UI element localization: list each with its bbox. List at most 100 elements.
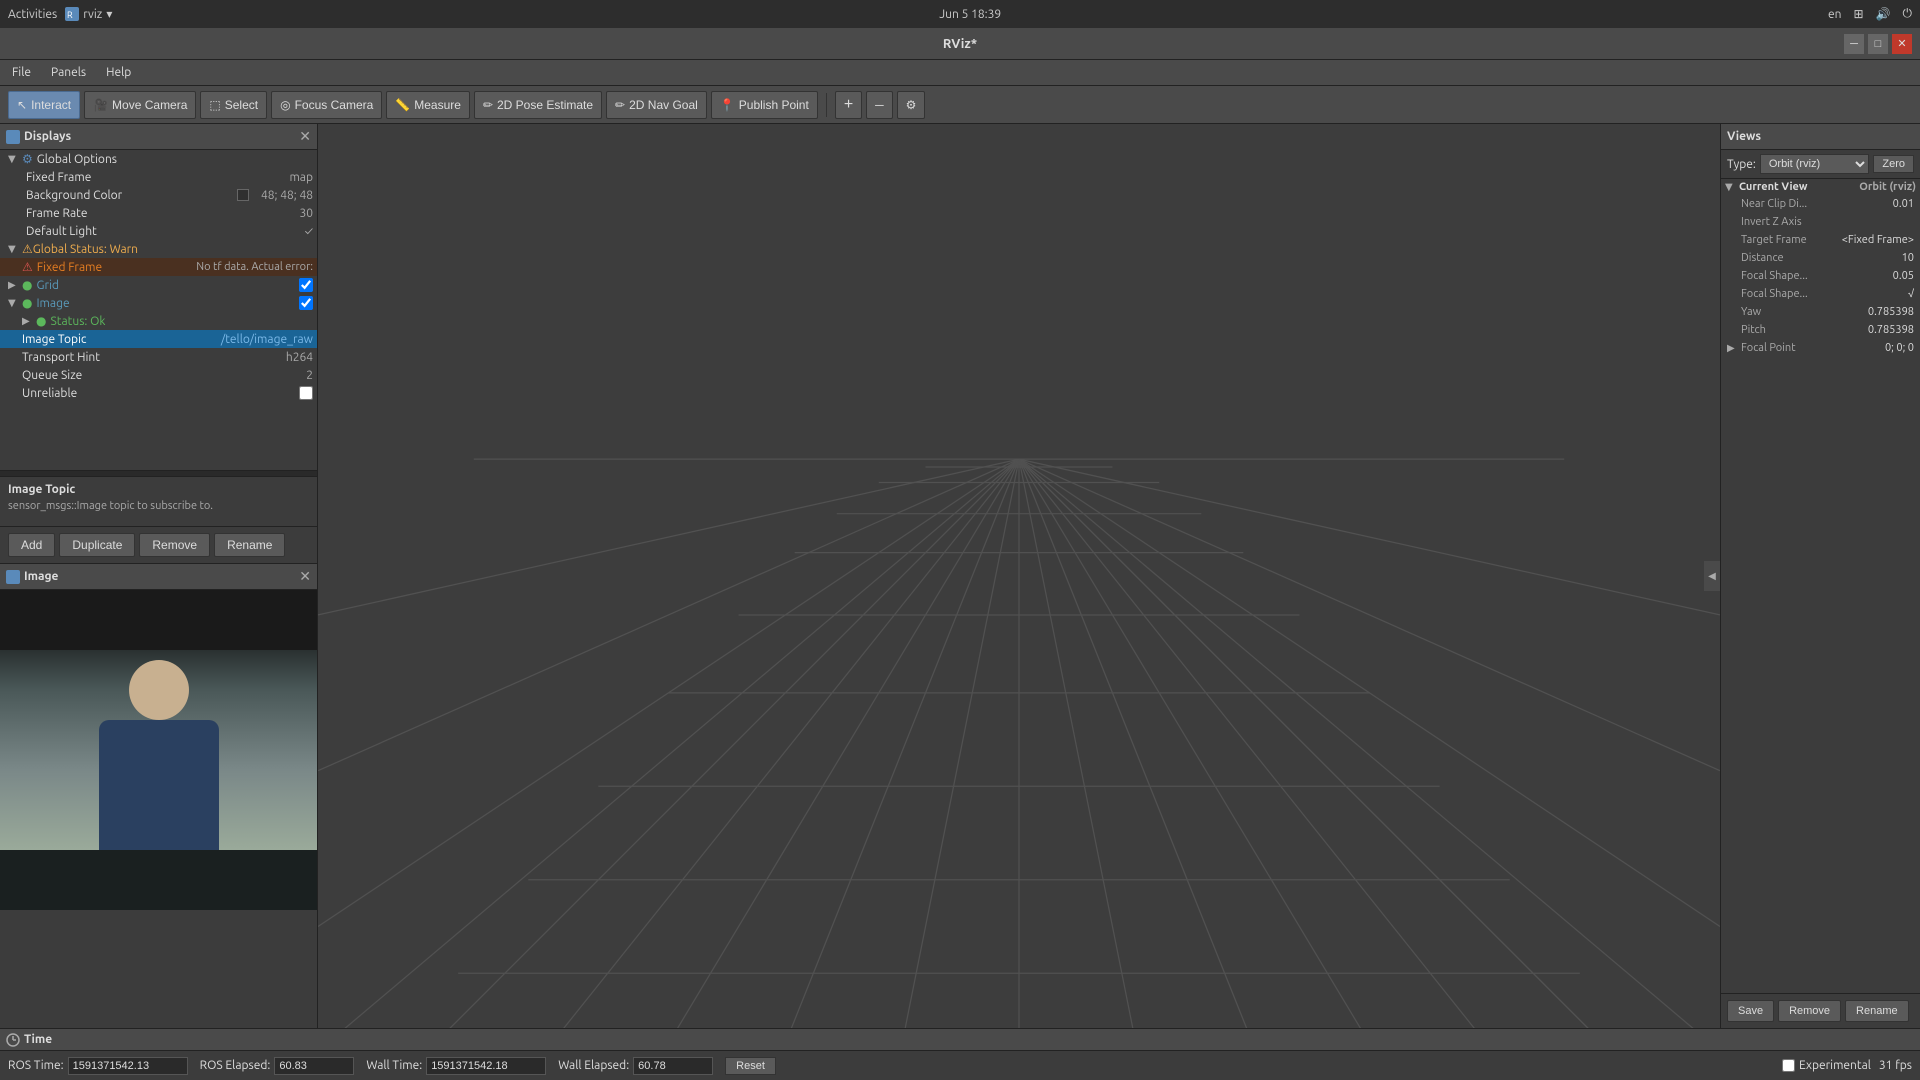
network-icon: ⊞ [1853,7,1863,21]
displays-icon [6,130,20,144]
fixed-frame-warn-item[interactable]: ⚠ Fixed Frame No tf data. Actual error: [0,258,317,276]
locale-indicator[interactable]: en [1828,8,1841,21]
viewport-collapse-handle[interactable]: ◀ [1704,561,1720,591]
rename-button[interactable]: Rename [214,533,285,557]
pitch-item: Pitch 0.785398 [1721,321,1920,339]
views-save-button[interactable]: Save [1727,1000,1774,1022]
unreliable-checkbox[interactable] [299,386,313,400]
default-light-item[interactable]: Default Light ✓ [0,222,317,240]
menu-help[interactable]: Help [98,64,139,81]
status-ok-arrow: ▶ [22,315,36,327]
grid-checkbox[interactable] [299,278,313,292]
image-panel-title: Image [6,570,58,584]
image-bottom-area [0,850,317,910]
fixed-frame-item[interactable]: Fixed Frame map [0,168,317,186]
focus-camera-button[interactable]: ◎ Focus Camera [271,91,382,119]
fixed-frame-error-icon: ⚠ [22,260,33,274]
status-ok-item: ▶ ● Status: Ok [0,312,317,330]
remove-button[interactable]: Remove [139,533,210,557]
add-button[interactable]: Add [8,533,55,557]
app-indicator: R rviz ▾ [65,7,112,21]
current-view-section[interactable]: ▼ Current View Orbit (rviz) [1721,179,1920,195]
unreliable-item[interactable]: Unreliable [0,384,317,402]
background-color-swatch [237,189,249,201]
fps-label: 31 fps [1879,1059,1912,1072]
maximize-button[interactable]: □ [1868,34,1888,54]
time-panel-header: Time [0,1029,1920,1051]
wall-elapsed-input[interactable] [633,1057,713,1075]
activities-label[interactable]: Activities [8,8,57,21]
close-button[interactable]: ✕ [1892,34,1912,54]
image-arrow: ▼ [8,297,22,309]
background-color-item[interactable]: Background Color 48; 48; 48 [0,186,317,204]
move-camera-icon: 🎥 [93,98,108,112]
displays-panel-title: Displays [6,130,71,144]
measure-button[interactable]: 📏 Measure [386,91,470,119]
select-icon: ⬚ [209,98,220,112]
distance-item: Distance 10 [1721,249,1920,267]
wall-time-input[interactable] [426,1057,546,1075]
rviz-icon: R [65,7,79,21]
views-type-label: Type: [1727,158,1756,171]
invert-z-item: Invert Z Axis [1721,213,1920,231]
views-buttons-row: Save Remove Rename [1721,993,1920,1028]
views-type-row: Type: Orbit (rviz) Zero [1721,150,1920,179]
time-row: ROS Time: ROS Elapsed: Wall Time: Wall E… [0,1051,1920,1080]
experimental-checkbox[interactable] [1782,1059,1795,1072]
title-bar-controls[interactable]: ─ □ ✕ [1844,34,1912,54]
menu-file[interactable]: File [4,64,39,81]
global-status-item[interactable]: ▼ ⚠ Global Status: Warn [0,240,317,258]
toolbar-minus-button[interactable]: ─ [866,91,893,119]
image-topic-item[interactable]: Image Topic /tello/image_raw [0,330,317,348]
ros-time-input[interactable] [68,1057,188,1075]
views-zero-button[interactable]: Zero [1873,155,1914,173]
tooltip-desc: sensor_msgs::Image topic to subscribe to… [8,500,309,512]
move-camera-button[interactable]: 🎥 Move Camera [84,91,196,119]
measure-icon: 📏 [395,98,410,112]
yaw-item: Yaw 0.785398 [1721,303,1920,321]
time-reset-button[interactable]: Reset [725,1057,776,1075]
ros-time-field: ROS Time: [8,1057,188,1075]
image-panel-icon [6,570,20,584]
menu-panels[interactable]: Panels [43,64,94,81]
displays-panel-header: Displays ✕ [0,124,317,150]
minimize-button[interactable]: ─ [1844,34,1864,54]
pose-estimate-button[interactable]: ✏ 2D Pose Estimate [474,91,602,119]
displays-tree-view[interactable]: ▼ ⚙ Global Options Fixed Frame map Backg… [0,150,317,470]
focal-point-item[interactable]: ▶ Focal Point 0; 0; 0 [1721,339,1920,357]
nav-goal-button[interactable]: ✏ 2D Nav Goal [606,91,707,119]
status-ok-icon: ● [36,314,46,328]
viewport-grid-svg [318,124,1720,1028]
3d-viewport[interactable]: ◀ [318,124,1720,1028]
global-options-item[interactable]: ▼ ⚙ Global Options [0,150,317,168]
image-ok-icon: ● [22,296,32,310]
image-panel-close[interactable]: ✕ [299,568,311,585]
viewport-container: ◀ [318,124,1720,1028]
current-view-arrow: ▼ [1725,181,1739,193]
power-icon: ⏻ [1902,7,1912,21]
views-remove-button[interactable]: Remove [1778,1000,1841,1022]
interact-button[interactable]: ↖ Interact [8,91,80,119]
focal-shape1-item: Focal Shape... 0.05 [1721,267,1920,285]
transport-hint-item[interactable]: Transport Hint h264 [0,348,317,366]
displays-panel-close[interactable]: ✕ [299,128,311,145]
toolbar-settings-button[interactable]: ⚙ [897,91,926,119]
nav-goal-icon: ✏ [615,98,625,112]
duplicate-button[interactable]: Duplicate [59,533,135,557]
grid-item[interactable]: ▶ ● Grid [0,276,317,294]
queue-size-item[interactable]: Queue Size 2 [0,366,317,384]
publish-point-button[interactable]: 📍 Publish Point [711,91,818,119]
views-tree: ▼ Current View Orbit (rviz) Near Clip Di… [1721,179,1920,993]
system-datetime: Jun 5 18:39 [939,8,1001,21]
app-window: RViz* ─ □ ✕ File Panels Help ↖ Interact … [0,28,1920,1080]
select-button[interactable]: ⬚ Select [200,91,267,119]
views-rename-button[interactable]: Rename [1845,1000,1909,1022]
frame-rate-item[interactable]: Frame Rate 30 [0,204,317,222]
image-checkbox[interactable] [299,296,313,310]
ros-elapsed-input[interactable] [274,1057,354,1075]
views-type-select[interactable]: Orbit (rviz) [1760,154,1870,174]
toolbar-plus-button[interactable]: + [835,91,862,119]
wall-elapsed-field: Wall Elapsed: [558,1057,713,1075]
image-item[interactable]: ▼ ● Image [0,294,317,312]
wall-time-field: Wall Time: [366,1057,546,1075]
